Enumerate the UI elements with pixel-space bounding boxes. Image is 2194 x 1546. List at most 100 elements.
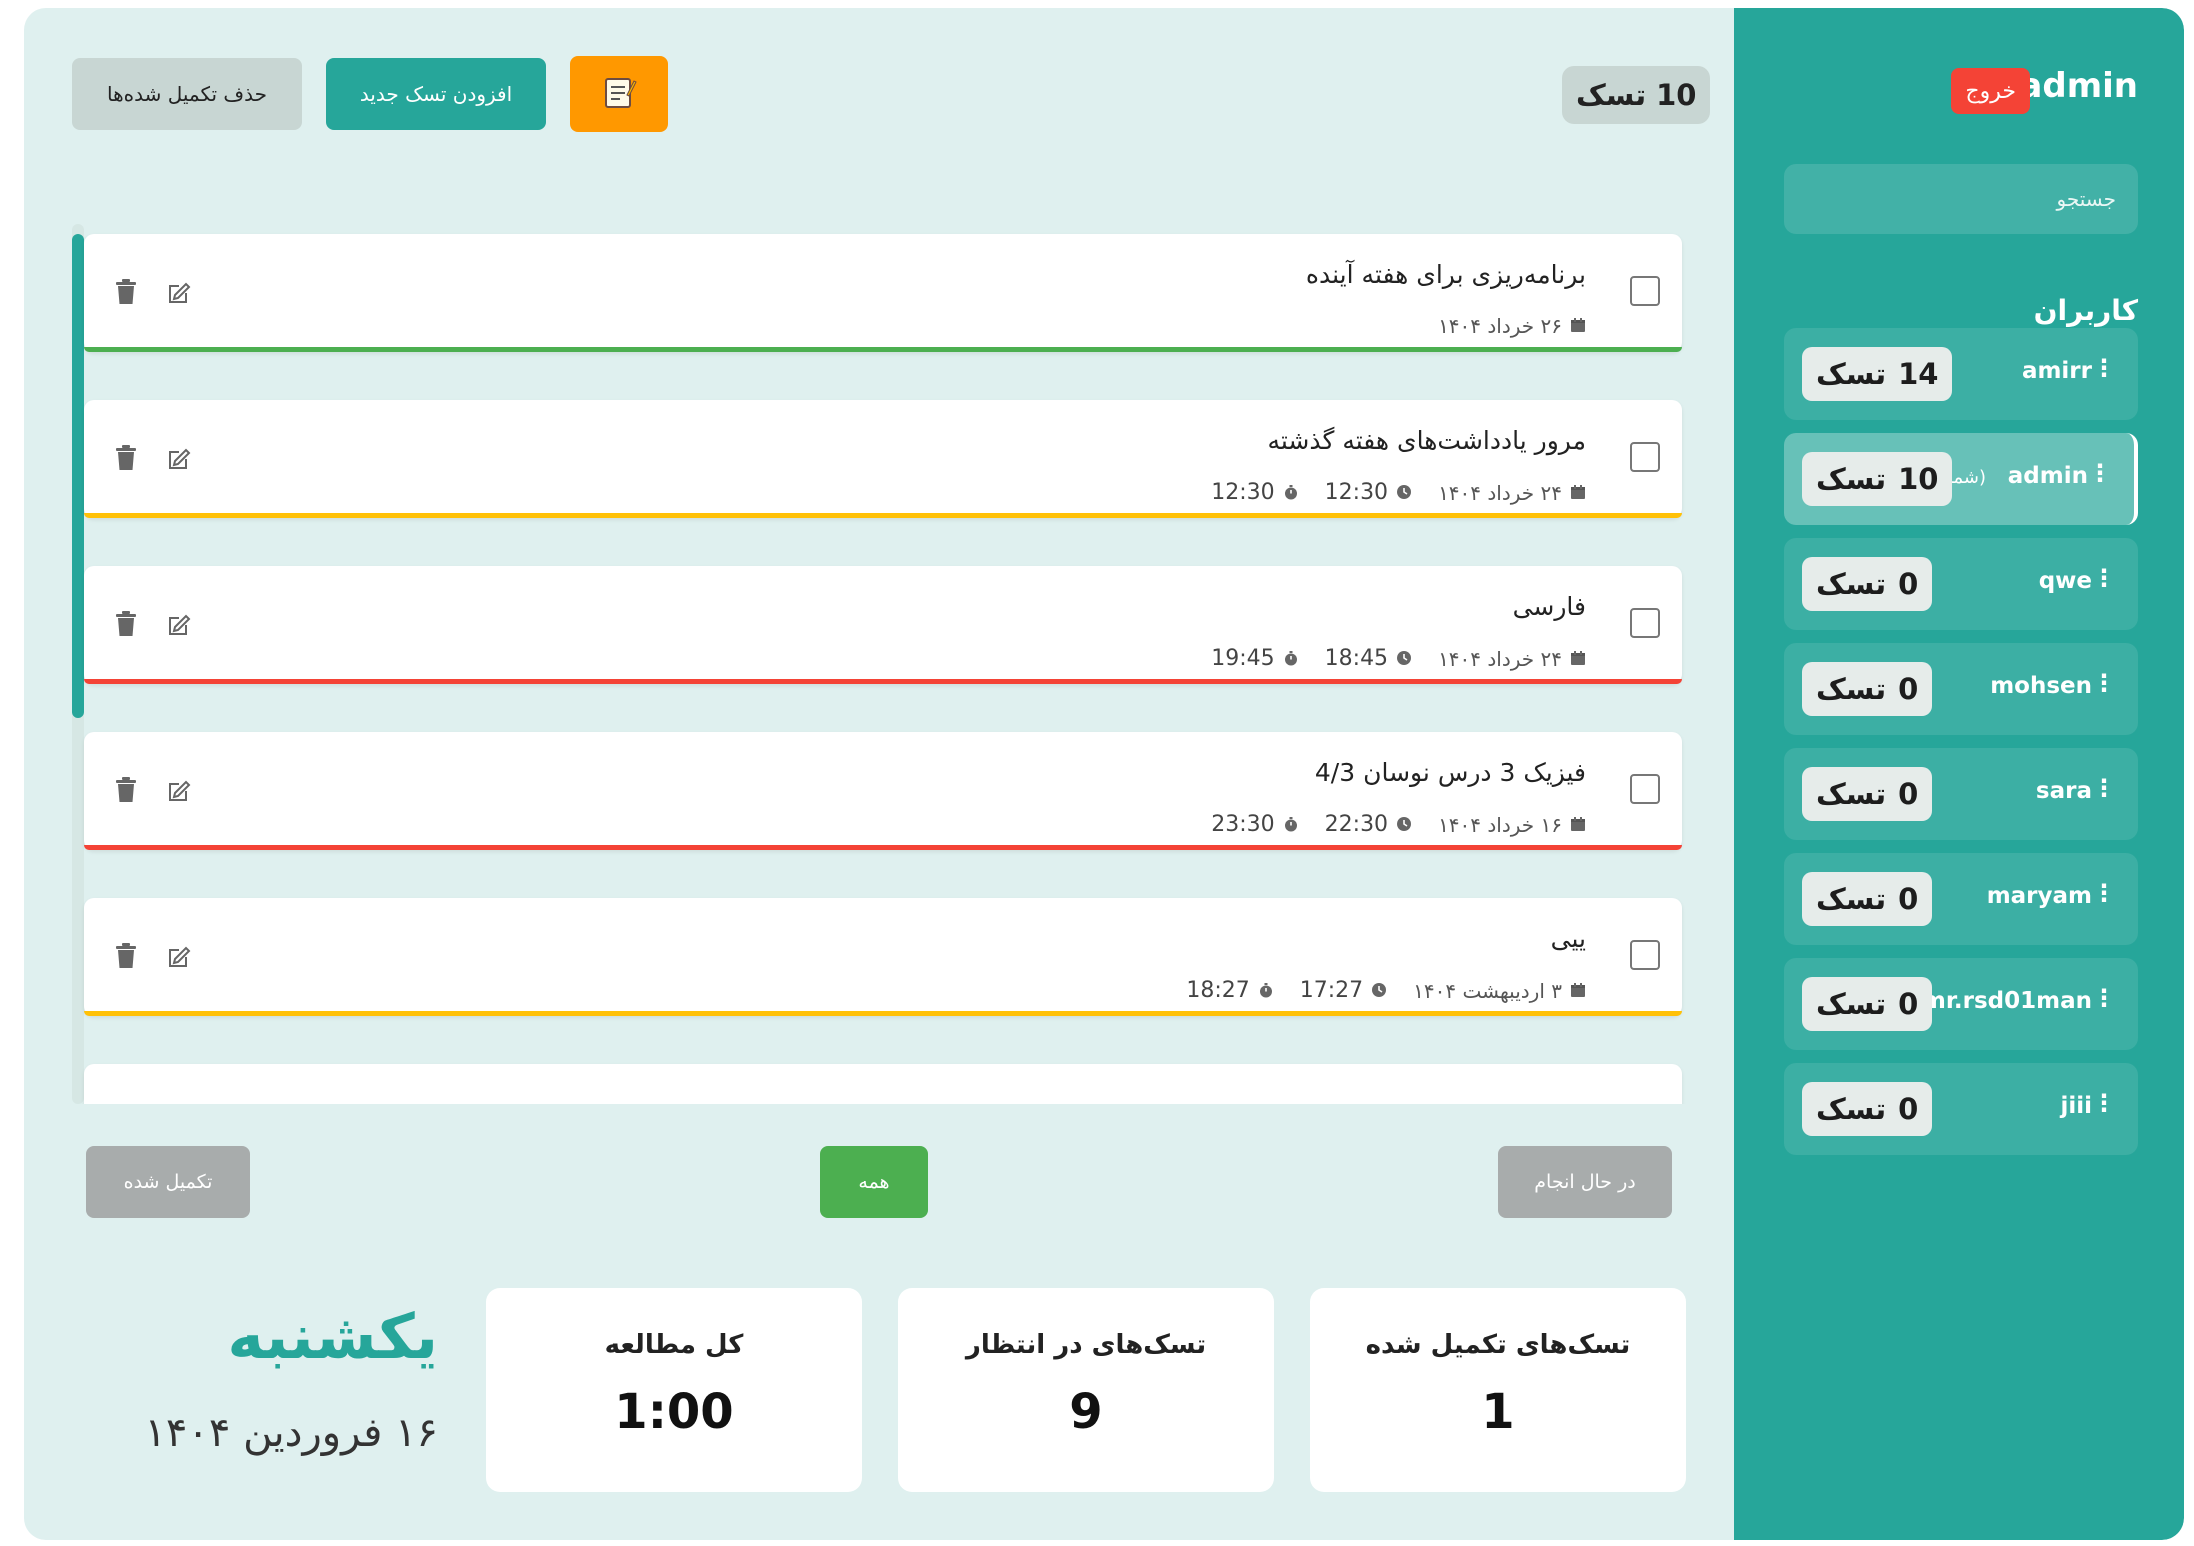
user-task-unit: تسک xyxy=(1816,987,1887,1021)
calendar-icon xyxy=(1570,979,1586,1003)
today-date: ۱۶ فروردین ۱۴۰۴ xyxy=(144,1410,438,1456)
more-options-icon[interactable]: ⋮ xyxy=(2088,461,2112,485)
task-checkbox[interactable] xyxy=(1630,442,1660,472)
user-task-count-badge: 0 تسک xyxy=(1802,1082,1933,1136)
user-list: ⋮ amirr 14 تسک ⋮ admin (شما) 10 تسک ⋮ qwe 0 تسک ⋮ mohs… xyxy=(1784,328,2138,1168)
task-end-time: 12:30 xyxy=(1211,480,1298,505)
more-options-icon[interactable]: ⋮ xyxy=(2092,671,2116,695)
edit-icon[interactable] xyxy=(164,278,192,306)
priority-bar xyxy=(84,1011,1682,1016)
edit-icon[interactable] xyxy=(164,776,192,804)
user-task-unit: تسک xyxy=(1816,357,1887,391)
task-checkbox[interactable] xyxy=(1630,276,1660,306)
task-end-time: 23:30 xyxy=(1211,812,1298,837)
filter-in-progress-button[interactable]: در حال انجام xyxy=(1498,1146,1672,1218)
more-options-icon[interactable]: ⋮ xyxy=(2092,986,2116,1010)
logout-button[interactable]: خروج xyxy=(1951,68,2030,114)
user-task-count: 0 xyxy=(1898,1092,1919,1126)
clock-icon xyxy=(1396,813,1412,837)
user-task-count-badge: 0 تسک xyxy=(1802,977,1933,1031)
edit-icon[interactable] xyxy=(164,942,192,970)
user-task-unit: تسک xyxy=(1816,567,1887,601)
user-task-count: 14 xyxy=(1898,357,1939,391)
task-title: ییی xyxy=(1551,1090,1586,1104)
user-item[interactable]: ⋮ qwe 0 تسک xyxy=(1784,538,2138,630)
task-actions xyxy=(112,444,192,472)
user-item[interactable]: ⋮ maryam 0 تسک xyxy=(1784,853,2138,945)
user-task-count: 0 xyxy=(1898,882,1919,916)
task-actions xyxy=(112,278,192,306)
task-card[interactable]: فارسی ۲۴ خرداد ۱۴۰۴ 18:45 19:45 xyxy=(84,566,1682,684)
delete-completed-button[interactable]: حذف تکمیل شده‌ها xyxy=(72,58,302,130)
stopwatch-icon xyxy=(1258,979,1274,1003)
users-title: کاربران xyxy=(2033,294,2138,327)
scrollbar-thumb[interactable] xyxy=(72,234,84,718)
more-options-icon[interactable]: ⋮ xyxy=(2092,566,2116,590)
task-card[interactable]: ییی xyxy=(84,1064,1682,1104)
clock-icon xyxy=(1396,481,1412,505)
stat-study-title: کل مطالعه xyxy=(604,1330,744,1360)
task-actions xyxy=(112,942,192,970)
task-start-time: 12:30 xyxy=(1325,480,1412,505)
task-checkbox[interactable] xyxy=(1630,940,1660,970)
user-task-count-badge: 0 تسک xyxy=(1802,662,1933,716)
task-card[interactable]: برنامه‌ریزی برای هفته آینده ۲۶ خرداد ۱۴۰۴ xyxy=(84,234,1682,352)
user-item[interactable]: ⋮ mr.rsd01man 0 تسک xyxy=(1784,958,2138,1050)
edit-icon[interactable] xyxy=(164,610,192,638)
user-item[interactable]: ⋮ mohsen 0 تسک xyxy=(1784,643,2138,735)
task-title: برنامه‌ریزی برای هفته آینده xyxy=(1305,260,1586,289)
user-item[interactable]: ⋮ jiii 0 تسک xyxy=(1784,1063,2138,1155)
more-options-icon[interactable]: ⋮ xyxy=(2092,776,2116,800)
task-start-time: 17:27 xyxy=(1300,978,1387,1003)
calendar-icon xyxy=(1570,647,1586,671)
user-task-unit: تسک xyxy=(1816,462,1887,496)
user-name: mr.rsd01man xyxy=(1921,988,2092,1014)
user-name: qwe xyxy=(2038,568,2092,594)
edit-icon[interactable] xyxy=(164,444,192,472)
search-input[interactable] xyxy=(1784,164,2138,234)
task-card[interactable]: فیزیک 3 درس نوسان 4/3 ۱۶ خرداد ۱۴۰۴ 22:30 2… xyxy=(84,732,1682,850)
task-date: ۲۴ خرداد ۱۴۰۴ xyxy=(1438,647,1586,671)
user-name: mohsen xyxy=(1990,673,2092,699)
task-list[interactable]: برنامه‌ریزی برای هفته آینده ۲۶ خرداد ۱۴۰۴… xyxy=(72,224,1722,1104)
user-task-count: 0 xyxy=(1898,567,1919,601)
trash-icon[interactable] xyxy=(112,444,140,472)
stat-completed-title: تسک‌های تکمیل شده xyxy=(1365,1330,1631,1360)
more-options-icon[interactable]: ⋮ xyxy=(2092,1091,2116,1115)
filter-completed-button[interactable]: تکمیل شده xyxy=(86,1146,250,1218)
task-checkbox[interactable] xyxy=(1630,774,1660,804)
trash-icon[interactable] xyxy=(112,776,140,804)
user-item[interactable]: ⋮ admin (شما) 10 تسک xyxy=(1784,433,2138,525)
memo-button[interactable] xyxy=(570,56,668,132)
stopwatch-icon xyxy=(1283,647,1299,671)
memo-icon xyxy=(601,75,637,114)
stat-completed-value: 1 xyxy=(1481,1384,1515,1440)
more-options-icon[interactable]: ⋮ xyxy=(2092,881,2116,905)
user-task-count: 0 xyxy=(1898,777,1919,811)
task-title: ییی xyxy=(1550,924,1586,953)
user-task-count-badge: 14 تسک xyxy=(1802,347,1953,401)
task-meta: ۳ اردیبهشت ۱۴۰۴ 17:27 18:27 xyxy=(1186,978,1586,1003)
task-date: ۲۴ خرداد ۱۴۰۴ xyxy=(1438,481,1586,505)
user-task-count: 0 xyxy=(1898,672,1919,706)
task-checkbox[interactable] xyxy=(1630,608,1660,638)
user-name: jiii xyxy=(2060,1093,2092,1119)
filter-all-button[interactable]: همه xyxy=(820,1146,928,1218)
stat-pending-value: 9 xyxy=(1069,1384,1103,1440)
priority-bar xyxy=(84,347,1682,352)
trash-icon[interactable] xyxy=(112,610,140,638)
task-title: مرور یادداشت‌های هفته گذشته xyxy=(1267,426,1586,455)
priority-bar xyxy=(84,845,1682,850)
task-actions xyxy=(112,610,192,638)
task-start-time: 18:45 xyxy=(1325,646,1412,671)
task-card[interactable]: ییی ۳ اردیبهشت ۱۴۰۴ 17:27 18:27 xyxy=(84,898,1682,1016)
add-task-button[interactable]: افزودن تسک جدید xyxy=(326,58,546,130)
scrollbar-track[interactable] xyxy=(72,224,84,1104)
user-item[interactable]: ⋮ amirr 14 تسک xyxy=(1784,328,2138,420)
user-item[interactable]: ⋮ sara 0 تسک xyxy=(1784,748,2138,840)
trash-icon[interactable] xyxy=(112,942,140,970)
more-options-icon[interactable]: ⋮ xyxy=(2092,356,2116,380)
trash-icon[interactable] xyxy=(112,278,140,306)
user-task-unit: تسک xyxy=(1816,1092,1887,1126)
task-card[interactable]: مرور یادداشت‌های هفته گذشته ۲۴ خرداد ۱۴۰۴… xyxy=(84,400,1682,518)
